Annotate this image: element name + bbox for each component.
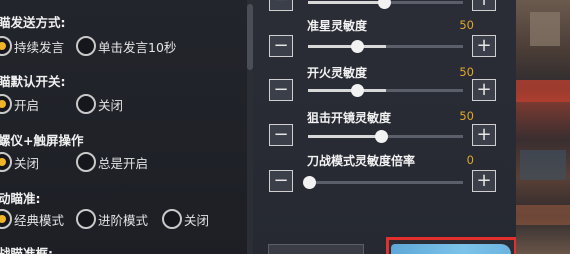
slider-fill [308, 1, 386, 4]
fire-slider-track[interactable] [308, 84, 463, 97]
radio-option-continuous[interactable]: 持续发言 [0, 36, 64, 56]
game-background-detail [530, 12, 560, 46]
decrease-button[interactable]: − [269, 0, 293, 11]
plus-icon: + [476, 124, 492, 145]
radio-option-tap-10s[interactable]: 单击发言10秒 [76, 36, 176, 56]
section-title-voice-send-mode: 瞄发送方式: [0, 15, 66, 30]
radio-option-gyro-off[interactable]: 关闭 [0, 152, 39, 172]
slider-value-crosshair: 50 [459, 18, 474, 32]
knife-slider-track[interactable] [303, 176, 463, 189]
sniper-increase-button[interactable]: + [472, 124, 496, 146]
radio-option-label: 持续发言 [14, 39, 65, 55]
section-title-aim-frame: 战瞄准框: [0, 246, 53, 254]
sniper-decrease-button[interactable]: − [269, 124, 293, 146]
radio-unselected-icon [162, 209, 182, 229]
game-background-detail [516, 80, 570, 102]
slider-fill [308, 45, 386, 48]
radio-option-label: 单击发言10秒 [98, 39, 177, 55]
slider-label-sniper-scope: 狙击开镜灵敏度 [307, 111, 392, 125]
slider-knob[interactable] [351, 40, 364, 53]
radio-option-label: 关闭 [98, 97, 124, 113]
radio-option-aim-off[interactable]: 关闭 [162, 209, 209, 229]
radio-option-label: 进阶模式 [98, 212, 149, 228]
minus-icon: − [273, 124, 289, 145]
radio-selected-icon [0, 94, 12, 114]
slider-label-knife-multiplier: 刀战模式灵敏度倍率 [307, 154, 416, 168]
minus-icon: − [273, 0, 288, 9]
crosshair-slider-track[interactable] [308, 40, 463, 53]
radio-unselected-icon [76, 36, 96, 56]
section-title-gyro-touch: 螺仪+触屏操作 [0, 133, 84, 148]
slider-label-crosshair: 准星灵敏度 [307, 19, 368, 33]
minus-icon: − [273, 35, 289, 56]
radio-unselected-icon [76, 209, 96, 229]
radio-option-label: 开启 [14, 97, 40, 113]
radio-option-advanced[interactable]: 进阶模式 [76, 209, 148, 229]
slider-knob[interactable] [303, 176, 316, 189]
radio-option-label: 关闭 [14, 155, 40, 171]
game-background-detail [520, 150, 566, 180]
cancel-button[interactable] [268, 244, 364, 254]
plus-icon: + [476, 0, 491, 9]
slider-value-knife-multiplier: 0 [466, 153, 474, 167]
increase-button[interactable]: + [472, 0, 496, 11]
radio-selected-icon [0, 152, 12, 172]
radio-selected-icon [0, 36, 12, 56]
crosshair-decrease-button[interactable]: − [269, 35, 293, 57]
plus-icon: + [476, 170, 492, 191]
confirm-button[interactable] [391, 244, 511, 254]
radio-option-always-on[interactable]: 总是开启 [76, 152, 148, 172]
plus-icon: + [476, 35, 492, 56]
minus-icon: − [273, 79, 289, 100]
radio-selected-icon [0, 209, 12, 229]
fire-increase-button[interactable]: + [472, 79, 496, 101]
radio-option-classic[interactable]: 经典模式 [0, 209, 64, 229]
radio-option-label: 经典模式 [14, 212, 65, 228]
minus-icon: − [273, 170, 289, 191]
highlight-frame [386, 237, 517, 254]
game-background-detail [516, 205, 570, 225]
slider-knob[interactable] [351, 84, 364, 97]
knife-increase-button[interactable]: + [472, 170, 496, 192]
section-title-auto-aim: 动瞄准: [0, 191, 41, 206]
sniper-slider-track[interactable] [308, 130, 463, 143]
fire-decrease-button[interactable]: − [269, 79, 293, 101]
crosshair-increase-button[interactable]: + [472, 35, 496, 57]
radio-unselected-icon [76, 94, 96, 114]
radio-option-label: 总是开启 [98, 155, 149, 171]
slider-value-fire: 50 [459, 65, 474, 79]
knife-decrease-button[interactable]: − [269, 170, 293, 192]
slider-fill [308, 89, 386, 92]
slider-label-fire: 开火灵敏度 [307, 66, 368, 80]
slider-fill [308, 135, 386, 138]
slider-value-sniper-scope: 50 [459, 109, 474, 123]
section-title-default-switch: 瞄默认开关: [0, 74, 66, 89]
radio-unselected-icon [76, 152, 96, 172]
slider-knob[interactable] [375, 130, 388, 143]
slider-track[interactable] [308, 0, 463, 9]
plus-icon: + [476, 79, 492, 100]
radio-option-off[interactable]: 关闭 [76, 94, 123, 114]
radio-option-label: 关闭 [184, 212, 210, 228]
radio-option-on[interactable]: 开启 [0, 94, 39, 114]
